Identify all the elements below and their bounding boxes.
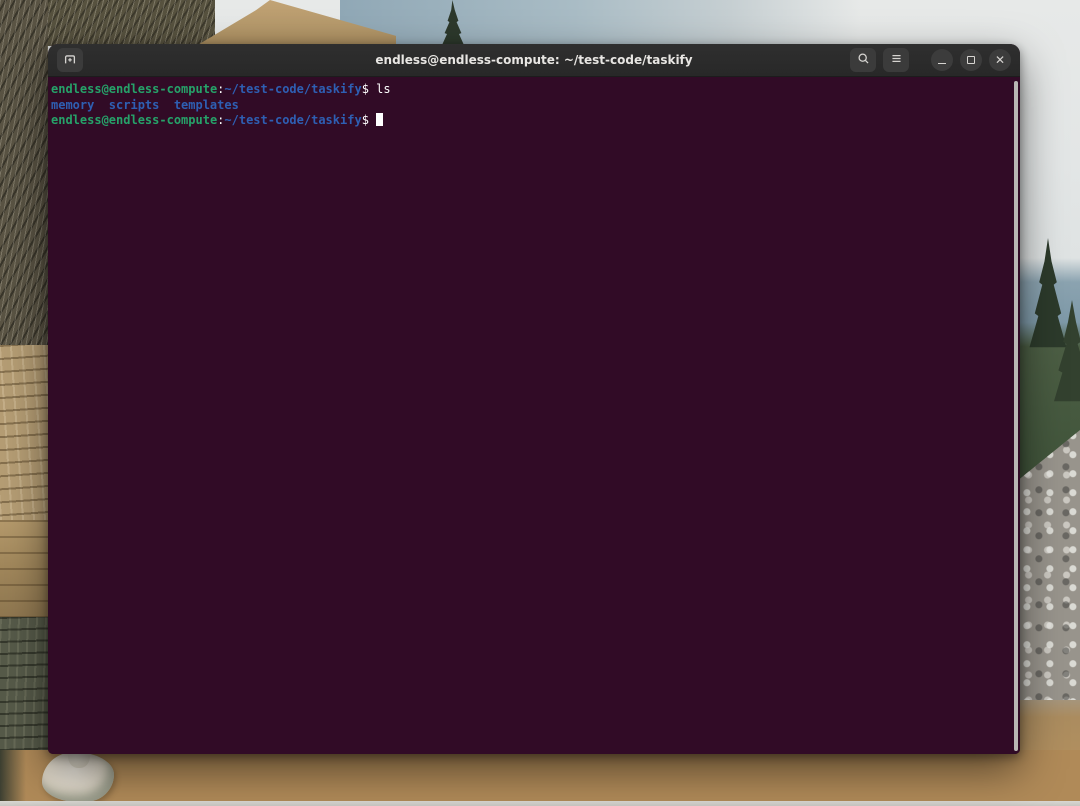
terminal-prompt-line: endless@endless-compute:~/test-code/task… <box>51 113 1010 129</box>
prompt-user-host: endless@endless-compute <box>51 82 217 96</box>
wallpaper-shingles <box>0 345 48 520</box>
close-icon: ✕ <box>995 54 1005 66</box>
titlebar[interactable]: endless@endless-compute: ~/test-code/tas… <box>48 44 1020 77</box>
terminal-content[interactable]: endless@endless-compute:~/test-code/task… <box>48 78 1020 754</box>
hamburger-menu-icon <box>890 52 903 68</box>
search-button[interactable] <box>850 48 876 72</box>
directory-name: memory <box>51 98 94 114</box>
window-title: endless@endless-compute: ~/test-code/tas… <box>375 53 692 67</box>
menu-button[interactable] <box>883 48 909 72</box>
new-tab-button[interactable] <box>57 48 83 72</box>
wallpaper-dark-shingles <box>0 617 48 757</box>
search-icon <box>857 52 870 68</box>
wallpaper-wooden-ground <box>0 750 1080 806</box>
close-button[interactable]: ✕ <box>989 49 1011 71</box>
prompt-symbol: $ <box>362 82 369 96</box>
terminal-cursor <box>376 113 383 126</box>
minimize-icon <box>938 63 946 65</box>
wallpaper-shadow <box>0 750 26 806</box>
typed-command: ls <box>376 82 390 96</box>
wallpaper-wood-beam <box>0 520 48 617</box>
prompt-symbol: $ <box>362 113 369 127</box>
terminal-prompt-line: endless@endless-compute:~/test-code/task… <box>51 82 1010 98</box>
ls-output-line: memory scripts templates <box>51 98 1010 114</box>
maximize-icon <box>967 56 975 64</box>
prompt-user-host: endless@endless-compute <box>51 113 217 127</box>
minimize-button[interactable] <box>931 49 953 71</box>
directory-name: templates <box>174 98 239 114</box>
new-tab-icon <box>63 52 77 69</box>
wallpaper-bottom-strip <box>0 801 1080 806</box>
wallpaper-branches-left <box>0 0 48 345</box>
prompt-path: ~/test-code/taskify <box>224 82 361 96</box>
prompt-path: ~/test-code/taskify <box>224 113 361 127</box>
terminal-window: endless@endless-compute: ~/test-code/tas… <box>48 44 1020 754</box>
maximize-button[interactable] <box>960 49 982 71</box>
directory-name: scripts <box>109 98 160 114</box>
titlebar-controls: ✕ <box>850 48 1011 72</box>
terminal-scrollbar[interactable] <box>1014 81 1018 751</box>
